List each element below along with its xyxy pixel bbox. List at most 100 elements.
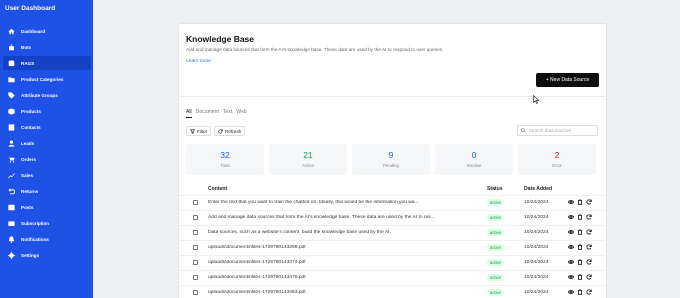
table-row[interactable]: Data sources, such as a website's conten… — [179, 225, 606, 240]
row-date: 10/24/2024 — [524, 290, 549, 295]
retrain-icon[interactable] — [586, 259, 592, 265]
column-header-status: Status — [487, 186, 503, 192]
delete-icon[interactable] — [577, 289, 583, 295]
row-date: 10/24/2024 — [524, 275, 549, 280]
view-icon[interactable] — [568, 289, 574, 295]
row-checkbox[interactable] — [193, 260, 198, 265]
delete-icon[interactable] — [577, 199, 583, 205]
search-input[interactable] — [528, 128, 597, 133]
stat-inactive: 0 Inactive — [435, 144, 513, 175]
row-checkbox[interactable] — [193, 230, 198, 235]
knowledge-base-card: Knowledge Base Add and manage data sourc… — [178, 23, 607, 298]
retrain-icon[interactable] — [586, 199, 592, 205]
sidebar-item-label: Subscription — [21, 220, 50, 226]
view-icon[interactable] — [568, 229, 574, 235]
table-row[interactable]: Add and manage data sources that form th… — [179, 210, 606, 225]
sidebar-item-attribute-groups[interactable]: Attribute Groups — [3, 88, 91, 102]
sidebar-item-sales[interactable]: Sales — [3, 168, 91, 182]
status-badge: active — [487, 214, 504, 221]
sidebar-item-returns[interactable]: Returns — [3, 184, 91, 198]
retrain-icon[interactable] — [586, 289, 592, 295]
sidebar-item-contacts[interactable]: Contacts — [3, 120, 91, 134]
row-checkbox[interactable] — [193, 290, 198, 295]
sidebar-item-bots[interactable]: Bots — [3, 40, 91, 54]
column-header-content: Content — [208, 186, 228, 192]
sidebar-item-products[interactable]: Products — [3, 104, 91, 118]
sidebar-item-label: Orders — [21, 156, 37, 162]
sidebar-item-dashboard[interactable]: Dashboard — [3, 24, 91, 38]
sidebar-item-label: Leads — [21, 140, 35, 146]
stat-pending: 9 Pending — [352, 144, 430, 175]
view-icon[interactable] — [568, 244, 574, 250]
delete-icon[interactable] — [577, 259, 583, 265]
stat-value: 0 — [471, 150, 477, 160]
row-checkbox[interactable] — [193, 215, 198, 220]
sidebar-item-posts[interactable]: Posts — [3, 200, 91, 214]
row-checkbox[interactable] — [193, 245, 198, 250]
sidebar-item-label: Returns — [21, 188, 39, 194]
filter-icon — [190, 128, 195, 134]
retrain-icon[interactable] — [586, 214, 592, 220]
sidebar-item-leads[interactable]: Leads — [3, 136, 91, 150]
stat-label: Pending — [383, 163, 399, 168]
tag-icon — [8, 91, 15, 99]
sidebar-item-label: Contacts — [21, 124, 41, 130]
tab-text[interactable]: Text — [223, 109, 232, 118]
table-row[interactable]: uploads\documents\files-1729790143476.pd… — [179, 270, 606, 285]
sidebar-item-label: RAGS — [21, 60, 35, 66]
row-content: uploads\documents\files-1729790143476.pd… — [208, 275, 306, 280]
row-actions — [568, 259, 592, 265]
sidebar-item-label: Notifications — [21, 236, 49, 242]
table-row[interactable]: uploads\documents\files-1729790143483.pd… — [179, 285, 606, 298]
retrain-icon[interactable] — [586, 274, 592, 280]
row-content: uploads\documents\files-1729790143298.pd… — [208, 245, 306, 250]
row-content: Data sources, such as a website's conten… — [208, 230, 391, 235]
status-badge: active — [487, 244, 504, 251]
tab-document[interactable]: Document — [196, 109, 219, 118]
new-data-source-button[interactable]: + New Data Source — [536, 73, 599, 87]
sidebar-item-subscription[interactable]: Subscription — [3, 216, 91, 230]
header-divider — [179, 96, 606, 97]
retrain-icon[interactable] — [586, 229, 592, 235]
search-box[interactable] — [517, 125, 598, 136]
sidebar-item-orders[interactable]: Orders — [3, 152, 91, 166]
row-checkbox[interactable] — [193, 200, 198, 205]
view-icon[interactable] — [568, 199, 574, 205]
sidebar-item-label: Product Categories — [21, 76, 64, 82]
view-icon[interactable] — [568, 274, 574, 280]
filter-button[interactable]: Filter — [186, 126, 212, 136]
sidebar-item-notifications[interactable]: Notifications — [3, 232, 91, 246]
refresh-icon — [218, 128, 223, 134]
delete-icon[interactable] — [577, 214, 583, 220]
sidebar-item-label: Dashboard — [21, 28, 45, 34]
status-badge: active — [487, 199, 504, 206]
tab-web[interactable]: Web — [236, 109, 246, 118]
sidebar-title: User Dashboard — [5, 5, 56, 12]
row-content: uploads\documents\files-1729790143374.pd… — [208, 260, 306, 265]
table-row[interactable]: uploads\documents\files-1729790143298.pd… — [179, 240, 606, 255]
delete-icon[interactable] — [577, 244, 583, 250]
row-actions — [568, 274, 592, 280]
table-row[interactable]: Enter the text that you want to train th… — [179, 195, 606, 210]
tab-all[interactable]: All — [186, 109, 192, 118]
refresh-button[interactable]: Refresh — [214, 126, 246, 136]
table-row[interactable]: uploads\documents\files-1729790143374.pd… — [179, 255, 606, 270]
retrain-icon[interactable] — [586, 244, 592, 250]
page-description: Add and manage data sources that form th… — [186, 47, 444, 52]
learn-more-link[interactable]: Learn more — [186, 59, 211, 64]
view-icon[interactable] — [568, 259, 574, 265]
sidebar-item-label: Sales — [21, 172, 34, 178]
sidebar-item-product-categories[interactable]: Product Categories — [3, 72, 91, 86]
row-actions — [568, 229, 592, 235]
row-checkbox[interactable] — [193, 275, 198, 280]
delete-icon[interactable] — [577, 229, 583, 235]
delete-icon[interactable] — [577, 274, 583, 280]
view-icon[interactable] — [568, 214, 574, 220]
status-badge: active — [487, 229, 504, 236]
card-icon — [8, 220, 15, 227]
post-icon — [8, 204, 15, 211]
sidebar: User Dashboard Dashboard Bots RAGS Produ… — [0, 0, 93, 298]
sidebar-item-settings[interactable]: Settings — [3, 248, 91, 262]
bot-icon — [8, 43, 15, 51]
sidebar-item-rags[interactable]: RAGS — [3, 56, 91, 70]
